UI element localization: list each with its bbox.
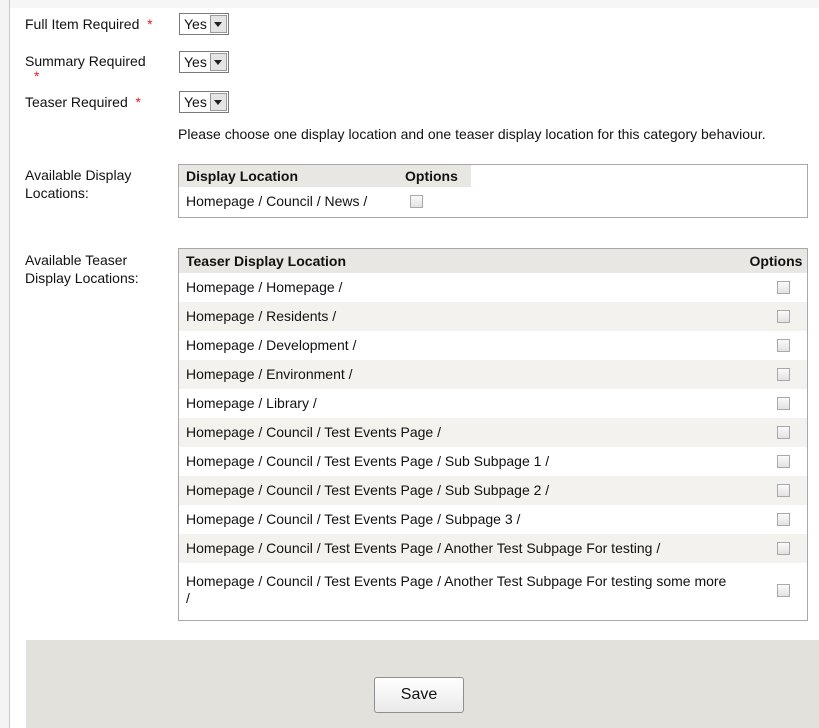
table-row: Homepage / Development / [179,331,807,360]
display-locations-header: Display Location Options [179,165,471,187]
teaser-location-checkbox[interactable] [776,455,790,468]
teaser-location-text: Homepage / Council / Test Events Page / [186,424,441,440]
teaser-location-checkbox[interactable] [776,583,790,597]
teaser-location-text: Homepage / Council / Test Events Page / … [186,482,550,498]
display-location-text: Homepage / Council / News / [186,193,368,209]
teaser-location-text: Homepage / Residents / [186,308,337,324]
table-row: Homepage / Council / Test Events Page / … [179,447,807,476]
teaser-location-checkbox[interactable] [776,542,790,555]
full-item-label: Full Item Required [25,16,140,32]
table-row: Homepage / Council / Test Events Page / … [179,563,807,617]
table-row: Homepage / Council / Test Events Page / … [179,505,807,534]
chevron-down-icon[interactable] [209,53,227,71]
summary-value: Yes [184,54,207,70]
teaser-location-checkbox[interactable] [776,339,790,352]
col-options: Options [405,168,458,184]
required-asterisk: * [147,16,153,32]
full-item-value: Yes [184,16,207,32]
teaser-location-text: Homepage / Development / [186,337,357,353]
table-row: Homepage / Council / Test Events Page / [179,418,807,447]
teaser-location-text: Homepage / Council / Test Events Page / … [186,540,661,556]
table-row: Homepage / Environment / [179,360,807,389]
required-asterisk: * [34,68,40,84]
left-border [0,0,10,728]
teaser-location-checkbox[interactable] [776,513,790,526]
teaser-location-text: Homepage / Council / Test Events Page / … [186,511,521,527]
display-locations-table: Display Location Options Homepage / Coun… [178,164,808,218]
summary-label: Summary Required [25,53,146,69]
col-options: Options [749,253,803,269]
summary-select[interactable]: Yes [179,51,229,73]
selection-notice: Please choose one display location and o… [178,126,766,142]
table-row: Homepage / Council / Test Events Page / … [179,476,807,505]
teaser-location-text: Homepage / Homepage / [186,279,343,295]
full-item-select[interactable]: Yes [179,13,229,35]
table-row: Homepage / Residents / [179,302,807,331]
chevron-down-icon[interactable] [209,93,227,111]
teaser-location-checkbox[interactable] [776,310,790,323]
teaser-location-text: Homepage / Council / Test Events Page / … [186,453,550,469]
save-button[interactable]: Save [374,677,464,713]
required-asterisk: * [135,94,141,110]
col-display-location: Display Location [186,168,299,184]
teaser-location-text: Homepage / Council / Test Events Page / … [186,573,727,606]
teaser-locations-table: Teaser Display Location Options Homepage… [178,248,808,621]
table-row: Homepage / Homepage / [179,273,807,302]
summary-label-row: Summary Required [25,53,146,69]
full-item-label-row: Full Item Required * [25,16,153,32]
teaser-value: Yes [184,94,207,110]
teaser-label: Teaser Required [25,94,128,110]
teaser-locations-header: Teaser Display Location Options [179,249,807,273]
teaser-location-text: Homepage / Library / [186,395,317,411]
teaser-location-checkbox[interactable] [776,397,790,410]
display-location-checkbox[interactable] [410,194,423,208]
teaser-locations-label: Available Teaser Display Locations: [25,252,139,286]
teaser-location-checkbox[interactable] [776,426,790,439]
teaser-location-checkbox[interactable] [776,368,790,381]
top-strip [10,0,819,8]
table-row: Homepage / Council / Test Events Page / … [179,534,807,563]
col-teaser-display-location: Teaser Display Location [186,253,347,269]
teaser-location-checkbox[interactable] [776,484,790,497]
chevron-down-icon[interactable] [209,15,227,33]
teaser-location-checkbox[interactable] [776,281,790,294]
teaser-location-text: Homepage / Environment / [186,366,353,382]
teaser-select[interactable]: Yes [179,91,229,113]
display-locations-label: Available Display Locations: [25,167,132,201]
table-row: Homepage / Library / [179,389,807,418]
teaser-label-row: Teaser Required * [25,94,141,110]
table-row: Homepage / Council / News / [179,187,807,215]
